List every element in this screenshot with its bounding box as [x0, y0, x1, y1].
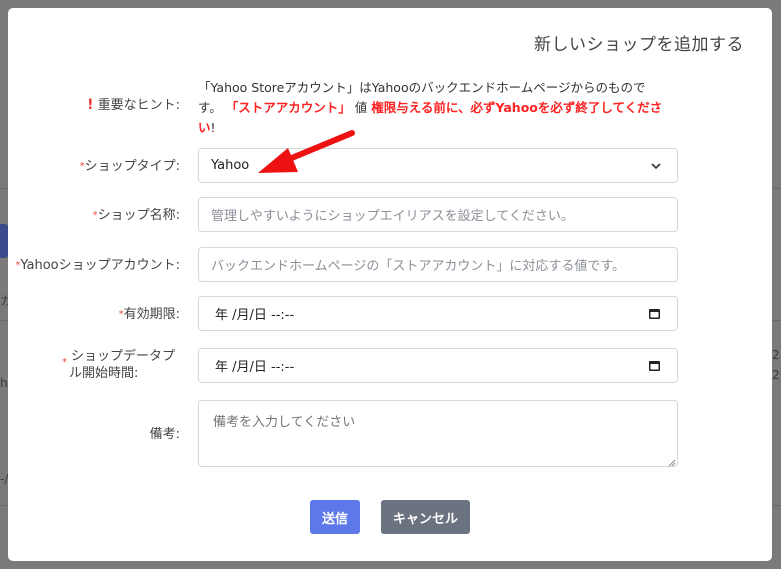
modal-title: 新しいショップを追加する: [534, 35, 744, 55]
chevron-down-icon: [651, 163, 661, 170]
shop-name-placeholder: 管理しやすいようにショップエイリアスを設定してください。: [211, 209, 574, 224]
data-pull-start-datetime-input[interactable]: 年 /月/日 --:--: [198, 348, 678, 383]
required-marker: *: [62, 357, 67, 368]
resize-handle-icon[interactable]: [668, 459, 676, 467]
remarks-label: 備考:: [149, 427, 180, 442]
shop-name-label: *ショップ名称:: [93, 207, 180, 224]
shop-name-label-text: ショップ名称:: [97, 208, 180, 223]
background-button: [0, 224, 8, 258]
hint-label-text: 重要なヒント:: [97, 98, 180, 113]
remarks-textarea[interactable]: [198, 400, 678, 467]
yahoo-account-label: *Yahooショップアカウント:: [15, 257, 180, 274]
expiry-value: 年 /月/日 --:--: [215, 308, 295, 323]
hint-text-part: 値: [350, 100, 372, 115]
yahoo-account-placeholder: バックエンドホームページの「ストアアカウント」に対応する値です。: [211, 259, 626, 274]
yahoo-account-input[interactable]: バックエンドホームページの「ストアアカウント」に対応する値です。: [198, 247, 678, 282]
shop-type-value: Yahoo: [211, 158, 250, 173]
alert-icon: !: [87, 97, 94, 113]
calendar-icon[interactable]: [648, 307, 661, 320]
data-pull-start-label-line2: ル開始時間:: [69, 366, 139, 381]
hint-text-part: !: [210, 120, 216, 135]
red-arrow-annotation: [258, 130, 355, 173]
data-pull-start-label: * ショップデータプ ル開始時間:: [62, 348, 176, 382]
shop-type-label-text: ショップタイプ:: [84, 159, 180, 174]
add-shop-modal: 新しいショップを追加する ! 重要なヒント: 「Yahoo Storeアカウント…: [8, 8, 772, 561]
expiry-label-text: 有効期限:: [123, 307, 180, 322]
shop-type-label: *ショップタイプ:: [80, 158, 180, 175]
background-text: 2:: [772, 348, 781, 362]
expiry-datetime-input[interactable]: 年 /月/日 --:--: [198, 296, 678, 331]
expiry-label: *有効期限:: [119, 306, 180, 323]
background-text: 2:: [772, 368, 781, 382]
hint-text-emphasis: 「ストアアカウント」: [225, 100, 351, 115]
data-pull-start-value: 年 /月/日 --:--: [215, 360, 295, 375]
cancel-button[interactable]: キャンセル: [381, 500, 470, 534]
calendar-icon[interactable]: [648, 359, 661, 372]
submit-button[interactable]: 送信: [310, 500, 360, 534]
data-pull-start-label-line1: ショップデータプ: [71, 349, 176, 364]
yahoo-account-label-text: Yahooショップアカウント:: [20, 258, 180, 273]
shop-name-input[interactable]: 管理しやすいようにショップエイリアスを設定してください。: [198, 197, 678, 232]
hint-label: ! 重要なヒント:: [87, 97, 180, 114]
